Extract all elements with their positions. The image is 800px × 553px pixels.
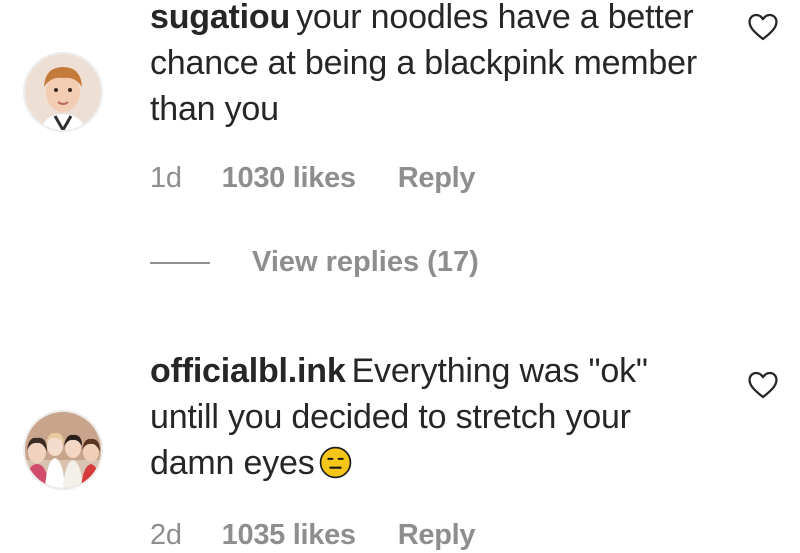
comment-username[interactable]: officialbl.ink: [150, 352, 346, 390]
expressionless-face-emoji-icon: [319, 446, 351, 479]
avatar[interactable]: [23, 410, 103, 490]
replies-divider-line: [150, 261, 210, 264]
view-replies-button[interactable]: View replies (17): [150, 246, 479, 279]
heart-outline-icon[interactable]: [746, 10, 780, 44]
comment-meta: 2d 1035 likes Reply: [150, 519, 476, 552]
reply-button[interactable]: Reply: [398, 162, 476, 195]
comment-meta: 1d 1030 likes Reply: [150, 162, 476, 195]
avatar-photo-group-icon: [25, 412, 101, 488]
comment-likes[interactable]: 1030 likes: [222, 162, 356, 195]
heart-outline-icon[interactable]: [746, 368, 780, 402]
avatar-photo-boy-icon: [25, 54, 101, 130]
avatar[interactable]: [23, 52, 103, 132]
comment-time: 1d: [150, 162, 182, 194]
comment-username[interactable]: sugatiou: [150, 0, 290, 36]
reply-button[interactable]: Reply: [398, 519, 476, 552]
comment-text: sugatiou your noodles have a better chanc…: [150, 0, 710, 132]
comment-time: 2d: [150, 519, 182, 551]
comment-text: officialbl.ink Everything was "ok" untill…: [150, 348, 710, 486]
comment-likes[interactable]: 1035 likes: [222, 519, 356, 552]
view-replies-label: View replies (17): [252, 246, 479, 278]
